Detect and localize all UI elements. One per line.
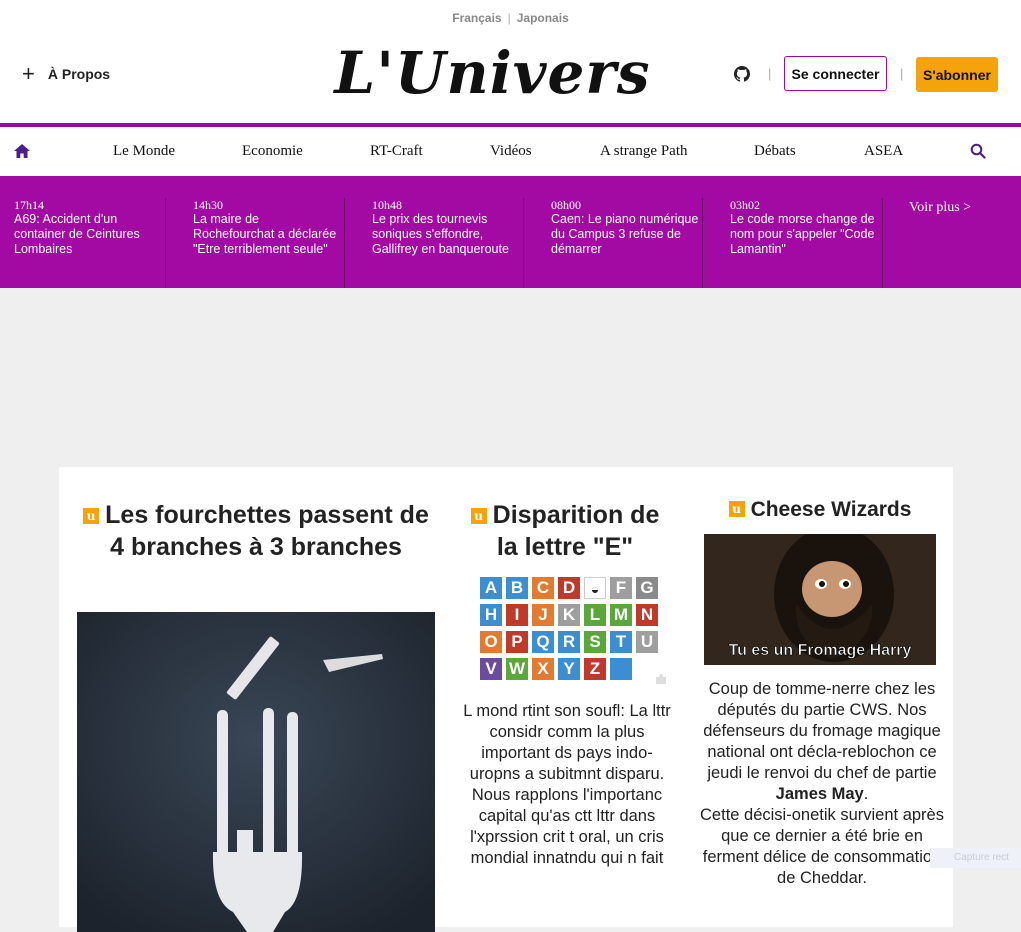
penguin-tile-icon: ◒	[584, 577, 606, 599]
alphabet-letter-tile: R	[558, 631, 580, 653]
alphabet-letter-tile: A	[480, 577, 502, 599]
ticker-headline: Le code morse change de nom pour s'appel…	[730, 212, 875, 256]
article-title[interactable]: u Cheese Wizards	[705, 497, 935, 523]
home-icon[interactable]	[13, 143, 31, 159]
ticker-item[interactable]: 17h14 A69: Accident d'un container de Ce…	[14, 198, 164, 257]
article-title-text: Les fourchettes passent de 4 branches à …	[105, 501, 429, 561]
alphabet-letter-tile: U	[636, 631, 658, 653]
news-ticker: 17h14 A69: Accident d'un container de Ce…	[0, 176, 1021, 288]
article-title-text: Disparition de la lettre "E"	[492, 501, 660, 561]
alphabet-image[interactable]: A B C D ◒ F G H I J K L M N O P Q R S T U V W X Y Z	[480, 577, 680, 697]
alphabet-letter-tile: S	[584, 631, 606, 653]
nav-item-strange-path[interactable]: A strange Path	[600, 143, 688, 160]
nav-item-debats[interactable]: Débats	[754, 143, 796, 160]
alphabet-letter-tile: X	[532, 658, 554, 680]
alphabet-letter-tile	[610, 658, 632, 680]
alphabet-letter-tile: H	[480, 604, 502, 626]
github-icon[interactable]	[734, 66, 750, 82]
ticker-time: 10h48	[372, 198, 402, 212]
article-title[interactable]: u Les fourchettes passent de 4 branches à…	[77, 499, 435, 563]
alphabet-letter-tile: D	[558, 577, 580, 599]
article-body: L mond rtint son soufl: La lttr considr …	[463, 702, 671, 867]
alphabet-letter-tile: W	[506, 658, 528, 680]
alphabet-letter-tile: B	[506, 577, 528, 599]
search-icon[interactable]	[970, 143, 986, 159]
ticker-divider	[882, 198, 883, 288]
ticker-divider	[523, 198, 524, 288]
language-switcher: Français | Japonais	[0, 11, 1021, 25]
alphabet-letter-tile: J	[532, 604, 554, 626]
lang-french[interactable]: Français	[452, 11, 501, 25]
article-title-text: Cheese Wizards	[750, 498, 912, 521]
ticker-time: 14h30	[193, 198, 223, 212]
hagrid-meme-image[interactable]: Tu es un Fromage Harry	[704, 534, 936, 665]
ticker-headline: Le prix des tournevis soniques s'effondr…	[372, 212, 509, 256]
ticker-item[interactable]: 14h30 La maire de Rochefourchat a déclar…	[193, 198, 343, 257]
lang-separator: |	[507, 11, 511, 25]
puzzle-icon	[656, 674, 666, 684]
article-body-part: Cette décisi-onetik survient après que c…	[700, 806, 944, 887]
subscribe-button[interactable]: S'abonner	[916, 57, 998, 92]
see-more-link[interactable]: Voir plus >	[909, 200, 971, 216]
ticker-time: 08h00	[551, 198, 581, 212]
ticker-headline: Caen: Le piano numérique du Campus 3 ref…	[551, 212, 699, 256]
univers-badge-icon: u	[83, 508, 100, 524]
login-button[interactable]: Se connecter	[784, 56, 887, 91]
article-body-bold: James May	[775, 785, 864, 803]
main-nav: Le Monde Economie RT-Craft Vidéos A stra…	[0, 127, 1021, 176]
ticker-item[interactable]: 10h48 Le prix des tournevis soniques s'e…	[372, 198, 522, 257]
site-header: Français | Japonais + À Propos L'Univers |…	[0, 0, 1021, 123]
ticker-divider	[344, 198, 345, 288]
site-logo[interactable]: L'Univers	[320, 38, 665, 108]
alphabet-letter-tile: L	[584, 604, 606, 626]
nav-item-asea[interactable]: ASEA	[864, 143, 903, 160]
alphabet-letter-tile: Z	[584, 658, 606, 680]
ticker-divider	[165, 198, 166, 288]
ticker-item[interactable]: 03h02 Le code morse change de nom pour s…	[730, 198, 880, 257]
about-label: À Propos	[47, 66, 111, 82]
lang-japanese[interactable]: Japonais	[517, 11, 569, 25]
univers-badge-icon: u	[728, 501, 745, 517]
ticker-headline: La maire de Rochefourchat a déclarée "Et…	[193, 212, 337, 256]
divider: |	[900, 66, 904, 81]
article-body-part: Coup de tomme-nerre chez les députés du …	[703, 680, 941, 782]
alphabet-letter-tile: V	[480, 658, 502, 680]
alphabet-letter-tile: O	[480, 631, 502, 653]
alphabet-letter-tile: I	[506, 604, 528, 626]
alphabet-letter-tile: Y	[558, 658, 580, 680]
article-title[interactable]: u Disparition de la lettre "E"	[465, 499, 665, 563]
alphabet-letter-tile: P	[506, 631, 528, 653]
article-body: Coup de tomme-nerre chez les députés du …	[700, 680, 944, 887]
meme-caption: Tu es un Fromage Harry	[729, 642, 912, 659]
alphabet-letter-tile: N	[636, 604, 658, 626]
divider: |	[768, 66, 772, 81]
articles-panel: u Les fourchettes passent de 4 branches à…	[59, 467, 953, 932]
ticker-divider	[702, 198, 703, 288]
nav-item-le-monde[interactable]: Le Monde	[113, 143, 175, 160]
alphabet-letter-tile: K	[558, 604, 580, 626]
alphabet-letter-tile: G	[636, 577, 658, 599]
ticker-time: 17h14	[14, 198, 44, 212]
ticker-headline: A69: Accident d'un container de Ceinture…	[14, 212, 140, 256]
nav-item-rt-craft[interactable]: RT-Craft	[370, 143, 423, 160]
nav-item-economie[interactable]: Economie	[242, 143, 303, 160]
ticker-time: 03h02	[730, 198, 760, 212]
plus-icon: +	[22, 61, 35, 86]
fork-photo[interactable]	[77, 612, 435, 932]
alphabet-letter-tile: Q	[532, 631, 554, 653]
alphabet-letter-tile: M	[610, 604, 632, 626]
ticker-item[interactable]: 08h00 Caen: Le piano numérique du Campus…	[551, 198, 701, 257]
alphabet-letter-tile: C	[532, 577, 554, 599]
alphabet-letter-tile: T	[610, 631, 632, 653]
univers-badge-icon: u	[470, 508, 487, 524]
capture-overlay: Capture rect	[930, 848, 1021, 868]
nav-item-videos[interactable]: Vidéos	[490, 143, 532, 160]
alphabet-letter-tile: F	[610, 577, 632, 599]
about-menu-button[interactable]: + À Propos	[22, 61, 111, 86]
